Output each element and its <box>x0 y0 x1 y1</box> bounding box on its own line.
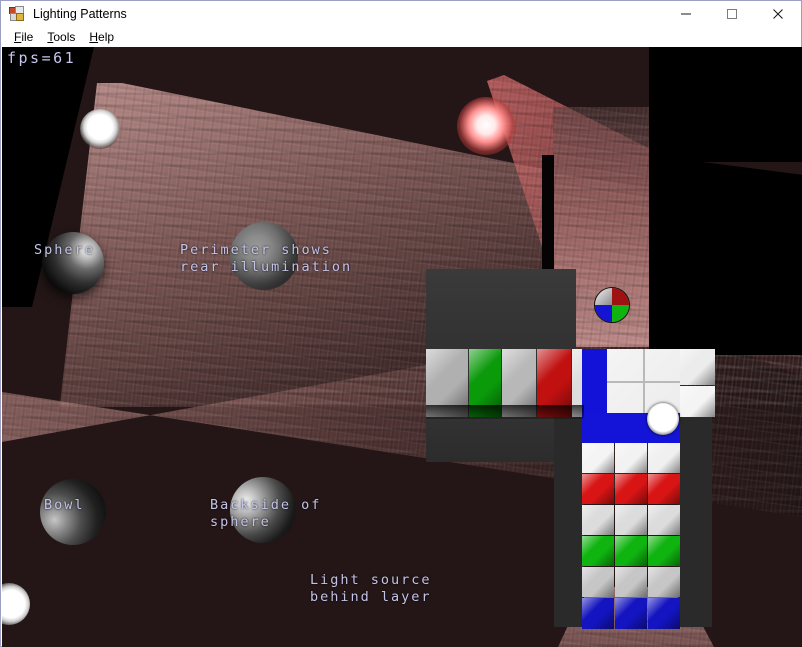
tile[interactable] <box>679 349 715 385</box>
tile[interactable] <box>648 474 680 504</box>
tile-grout-horizontal <box>607 381 680 383</box>
render-canvas[interactable]: fps=61 Sphere Perimeter shows rear illum… <box>2 47 802 647</box>
tile[interactable] <box>582 505 614 535</box>
tile[interactable] <box>615 567 647 597</box>
tile[interactable] <box>648 536 680 566</box>
tile[interactable] <box>648 598 680 629</box>
tile[interactable] <box>648 505 680 535</box>
tile[interactable] <box>648 567 680 597</box>
platform-column-right <box>678 407 712 627</box>
menu-bar: File Tools Help <box>1 27 801 47</box>
label-sphere: Sphere <box>34 242 95 259</box>
tile[interactable] <box>582 536 614 566</box>
tile[interactable] <box>582 567 614 597</box>
tile[interactable] <box>582 474 614 504</box>
menu-item-tools[interactable]: Tools <box>40 29 82 45</box>
tile[interactable] <box>615 505 647 535</box>
tile[interactable] <box>582 443 614 473</box>
tile[interactable] <box>582 598 614 629</box>
minimize-button[interactable] <box>663 1 709 27</box>
light-red-top-right <box>457 97 515 155</box>
app-window-icon <box>9 6 25 22</box>
app-window: Lighting Patterns File Tools Help <box>0 0 802 647</box>
label-backside-of-sphere: Backside of sphere <box>210 497 321 531</box>
fps-counter: fps=61 <box>7 49 76 67</box>
close-button[interactable] <box>755 1 801 27</box>
light-white-top-left <box>80 109 120 149</box>
maximize-icon <box>726 8 738 20</box>
window-title: Lighting Patterns <box>33 7 127 21</box>
close-icon <box>772 8 784 20</box>
tile[interactable] <box>615 536 647 566</box>
tile[interactable] <box>679 386 715 417</box>
label-light-source: Light source behind layer <box>310 572 432 606</box>
menu-item-help[interactable]: Help <box>82 29 121 45</box>
menu-item-file[interactable]: File <box>7 29 40 45</box>
sphere-color-quadrant <box>594 287 630 323</box>
shadow-block-right-lower <box>649 155 802 355</box>
light-white-on-tiles <box>647 403 679 435</box>
platform-column-left <box>554 407 584 627</box>
tile[interactable] <box>615 443 647 473</box>
tile-row-vertical <box>582 443 680 629</box>
label-perimeter: Perimeter shows rear illumination <box>180 242 352 276</box>
tile[interactable] <box>615 474 647 504</box>
tile[interactable] <box>615 598 647 629</box>
label-bowl: Bowl <box>44 497 85 514</box>
tile[interactable] <box>648 443 680 473</box>
minimize-icon <box>680 8 692 20</box>
shadow-under-tile-row <box>426 405 584 419</box>
shadow-block-right <box>649 47 802 162</box>
maximize-button[interactable] <box>709 1 755 27</box>
title-bar: Lighting Patterns <box>1 1 801 27</box>
